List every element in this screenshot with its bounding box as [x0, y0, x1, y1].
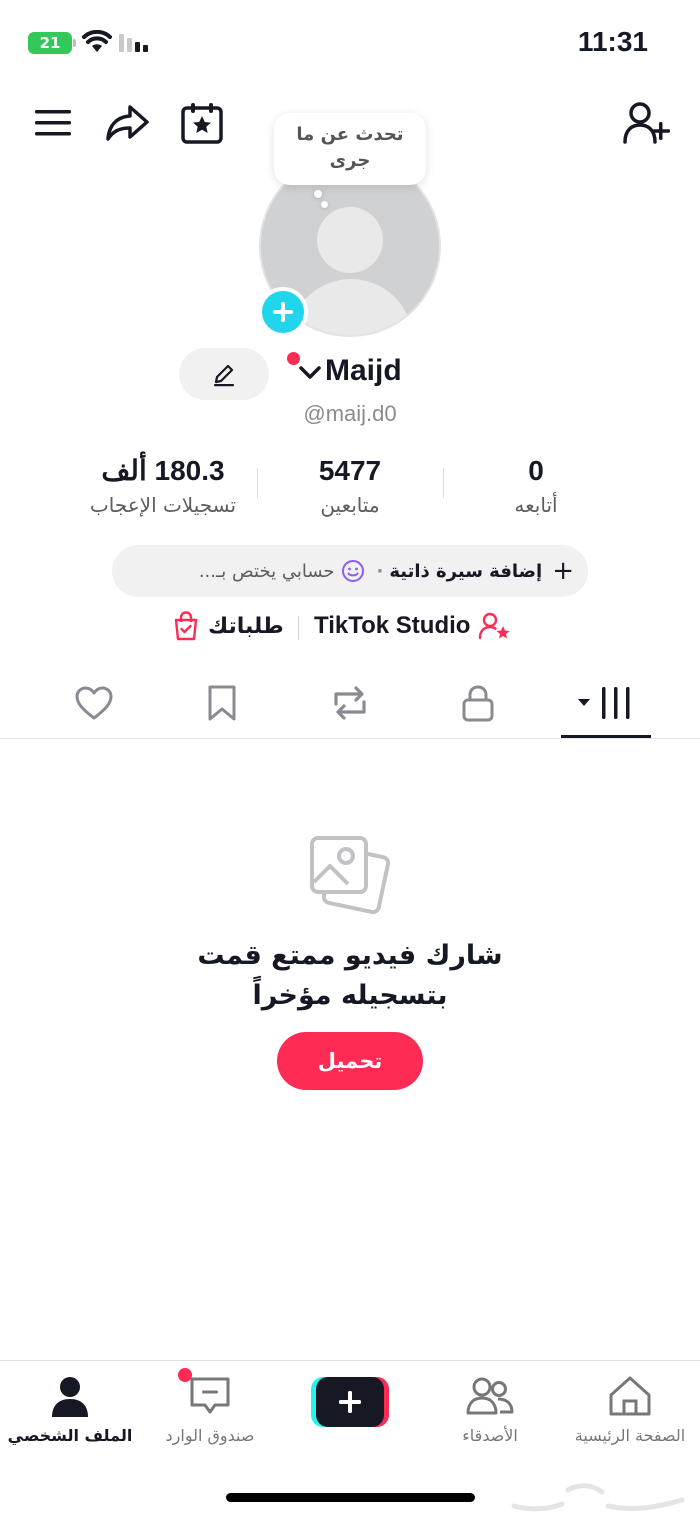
status-bubble[interactable]: تحدث عن ما جرى: [274, 113, 426, 185]
share-icon[interactable]: [102, 100, 152, 146]
stat-followers[interactable]: 5477 متابعين: [245, 452, 455, 520]
nav-profile[interactable]: الملف الشخصي: [0, 1371, 140, 1449]
status-bar: 21 11:31: [0, 0, 700, 88]
likes-label: تسجيلات الإعجاب: [89, 493, 237, 517]
wifi-icon: [82, 30, 112, 52]
bubble-text-line2: جرى: [329, 150, 371, 171]
stat-likes[interactable]: 180.3 ألف تسجيلات الإعجاب: [58, 452, 268, 520]
signal-icon: [119, 34, 148, 52]
plus-icon: +: [552, 556, 574, 586]
nav-friends[interactable]: الأصدقاء: [420, 1371, 560, 1449]
nav-home-label: الصفحة الرئيسية: [574, 1426, 686, 1445]
pencil-icon: [214, 364, 234, 387]
menu-icon[interactable]: [30, 100, 76, 146]
plus-icon: [273, 302, 293, 322]
person-icon: [52, 1377, 88, 1417]
tab-private[interactable]: [448, 676, 508, 730]
empty-title-line2: بتسجيله مؤخراً: [252, 980, 448, 1011]
studio-label: TikTok Studio: [314, 612, 471, 639]
shopping-bag-icon: [174, 611, 198, 641]
nav-create[interactable]: [280, 1371, 420, 1427]
empty-state-title: شارك فيديو ممتع قمت بتسجيله مؤخراً: [150, 936, 550, 1016]
likes-count: 180.3 ألف: [101, 455, 225, 486]
following-label: أتابعه: [514, 493, 558, 517]
photos-icon: [310, 836, 391, 915]
creator-star-icon: [479, 612, 510, 640]
grid-icon: [578, 687, 630, 719]
message-icon: [190, 1377, 230, 1414]
tab-reposts[interactable]: [320, 676, 380, 730]
nav-home[interactable]: الصفحة الرئيسية: [560, 1371, 700, 1449]
orders-label: طلباتك: [208, 613, 284, 639]
followers-count: 5477: [318, 455, 382, 486]
add-friend-icon[interactable]: [620, 98, 674, 148]
lock-icon: [462, 685, 494, 722]
add-bio-label: إضافة سيرة ذاتية: [389, 560, 543, 582]
create-black-layer: [316, 1377, 384, 1427]
bubble-tail-dot: [321, 201, 328, 208]
add-avatar-button[interactable]: [258, 287, 308, 337]
friends-icon: [466, 1377, 514, 1415]
tab-videos[interactable]: [576, 676, 636, 730]
tabs-divider: [0, 738, 700, 739]
watermark-logo: [511, 1483, 685, 1512]
empty-title-line1: شارك فيديو ممتع قمت: [197, 940, 503, 971]
orders-link[interactable]: طلباتك: [172, 611, 284, 641]
battery-level: 21: [39, 34, 61, 52]
avatar-head-placeholder: [317, 207, 383, 273]
home-icon: [609, 1376, 651, 1416]
nav-inbox[interactable]: صندوق الوارد: [140, 1368, 280, 1449]
tiktok-studio-link[interactable]: TikTok Studio: [314, 611, 512, 641]
stat-following[interactable]: 0 أتابعه: [431, 452, 641, 520]
display-name[interactable]: Maijd: [325, 354, 402, 388]
add-bio-button[interactable]: + إضافة سيرة ذاتية · حسابي يختص بـ...: [112, 545, 588, 597]
create-button[interactable]: [311, 1377, 389, 1427]
battery-indicator: 21: [28, 32, 72, 54]
bio-separator: ·: [376, 560, 384, 582]
heart-icon: [75, 686, 113, 720]
repost-icon: [334, 686, 366, 720]
following-count: 0: [528, 455, 544, 486]
calendar-star-icon[interactable]: [178, 99, 226, 147]
smile-icon: [341, 559, 365, 583]
links-divider: [298, 616, 299, 640]
tab-liked[interactable]: [64, 676, 124, 730]
upload-button[interactable]: تحميل: [277, 1032, 423, 1090]
nav-inbox-label: صندوق الوارد: [165, 1426, 255, 1445]
followers-label: متابعين: [320, 493, 380, 517]
nav-friends-label: الأصدقاء: [462, 1426, 518, 1445]
battery-cap: [73, 39, 76, 47]
bubble-tail-dot: [314, 190, 322, 198]
bubble-text-line1: تحدث عن ما: [296, 124, 404, 145]
status-time: 11:31: [577, 26, 648, 57]
nav-profile-label: الملف الشخصي: [7, 1426, 133, 1445]
tab-favorites[interactable]: [192, 676, 252, 730]
home-indicator: [226, 1493, 475, 1502]
bookmark-icon: [208, 685, 236, 721]
account-text: حسابي يختص بـ...: [198, 560, 335, 582]
username: @maij.d0: [303, 401, 397, 426]
edit-profile-button[interactable]: [179, 348, 269, 400]
plus-icon: [339, 1391, 361, 1413]
inbox-notification-dot: [178, 1368, 192, 1382]
chevron-down-icon[interactable]: [298, 364, 322, 382]
